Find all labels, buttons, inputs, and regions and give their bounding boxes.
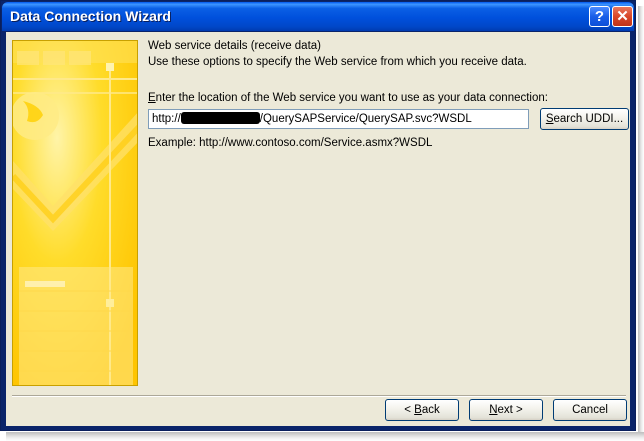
next-accel: N <box>489 404 498 416</box>
back-accel: B <box>414 404 422 416</box>
close-icon[interactable]: ✕ <box>612 6 633 27</box>
help-icon[interactable]: ? <box>589 6 610 27</box>
search-uddi-accel: S <box>545 113 554 125</box>
url-value-suffix: /QuerySAPService/QuerySAP.svc?WSDL <box>259 113 472 125</box>
step-heading: Web service details (receive data) <box>148 40 321 52</box>
example-text: Example: http://www.contoso.com/Service.… <box>148 137 433 149</box>
wizard-banner-graphic <box>12 40 138 386</box>
footer-separator <box>12 395 626 397</box>
url-field-label: Enter the location of the Web service yo… <box>148 92 548 104</box>
dialog-body: Web service details (receive data) Use t… <box>6 32 630 426</box>
window-shadow-bottom <box>6 432 644 441</box>
back-prefix: < <box>404 404 415 416</box>
cancel-button[interactable]: Cancel <box>553 399 627 421</box>
url-label-rest: nter the location of the Web service you… <box>155 92 548 104</box>
window-shadow-right <box>638 6 644 441</box>
url-label-accel: E <box>148 92 156 104</box>
dialog-window: Data Connection Wizard ? ✕ Web service d… <box>0 0 636 431</box>
url-value-prefix: http:// <box>152 113 181 125</box>
next-button[interactable]: Next > <box>469 399 543 421</box>
step-description: Use these options to specify the Web ser… <box>148 56 527 68</box>
search-uddi-label: earch UDDI... <box>553 113 624 125</box>
search-uddi-button[interactable]: Search UDDI... <box>540 108 629 130</box>
window-title: Data Connection Wizard <box>10 8 171 24</box>
redacted-host <box>180 112 260 124</box>
web-service-url-input[interactable]: http:// /QuerySAPService/QuerySAP.svc?WSD… <box>148 109 529 129</box>
back-button[interactable]: < Back <box>385 399 459 421</box>
next-label: ext > <box>497 404 523 416</box>
back-label: ack <box>421 404 440 416</box>
title-bar[interactable]: Data Connection Wizard ? ✕ <box>2 2 634 31</box>
